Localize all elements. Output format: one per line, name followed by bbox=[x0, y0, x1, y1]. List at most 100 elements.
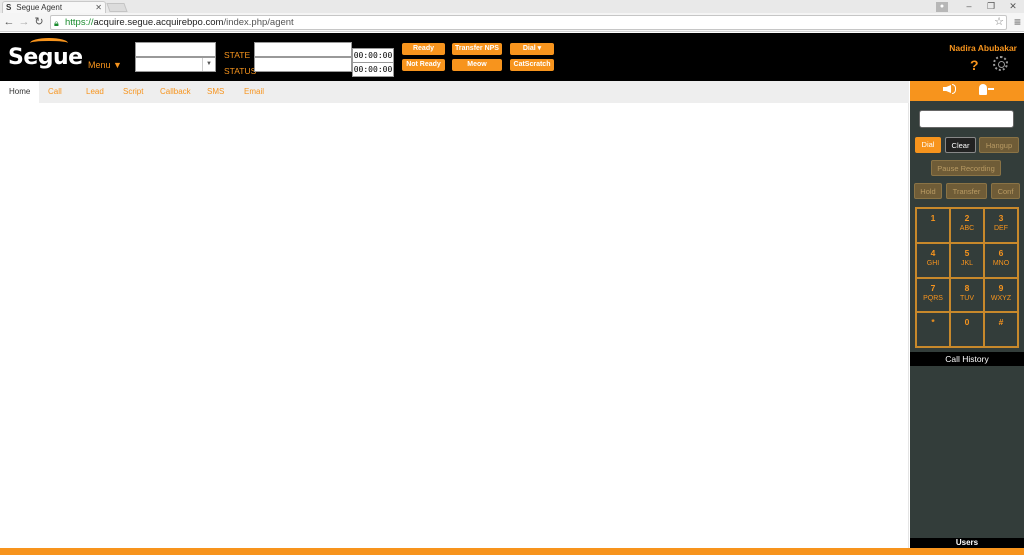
microphone-level-icon bbox=[988, 88, 994, 90]
key-3[interactable]: 3 DEF bbox=[984, 208, 1018, 243]
tab-home[interactable]: Home bbox=[0, 81, 40, 103]
campaign-field[interactable] bbox=[135, 42, 216, 57]
tab-script[interactable]: Script bbox=[114, 81, 152, 103]
key-0[interactable]: 0 bbox=[950, 312, 984, 347]
key-letters: DEF bbox=[994, 225, 1008, 232]
tab-close-icon[interactable]: ✕ bbox=[95, 2, 102, 13]
main-tabs: Home Call Lead Script Callback SMS Email bbox=[0, 81, 909, 103]
users-header[interactable]: Users bbox=[910, 538, 1024, 548]
call-history-header: Call History bbox=[910, 352, 1024, 366]
chevron-down-icon: ▼ bbox=[202, 58, 215, 71]
dial-button[interactable]: Dial bbox=[915, 137, 941, 153]
speaker-icon[interactable] bbox=[943, 85, 951, 93]
speaker-waves-icon bbox=[952, 84, 956, 94]
key-star[interactable]: * bbox=[916, 312, 950, 347]
key-digit: 7 bbox=[930, 282, 936, 293]
key-letters: JKL bbox=[960, 259, 974, 267]
key-8[interactable]: 8 TUV bbox=[950, 277, 984, 313]
logo-swoosh-icon bbox=[30, 38, 68, 48]
key-digit: 2 bbox=[964, 213, 970, 223]
app-header: Segue Menu ▼ ▼ STATE STATUS 00:00:00 00:… bbox=[0, 33, 1024, 81]
home-content-area bbox=[0, 103, 909, 548]
key-letters: ABC bbox=[959, 225, 975, 232]
key-5[interactable]: 5 JKL bbox=[950, 242, 984, 278]
tab-callback[interactable]: Callback bbox=[151, 81, 200, 103]
restore-icon[interactable]: ❐ bbox=[980, 0, 1002, 13]
tab-call[interactable]: Call bbox=[39, 81, 71, 103]
phone-number-input[interactable] bbox=[919, 110, 1014, 128]
favicon-icon: S bbox=[6, 3, 12, 12]
key-digit: 0 bbox=[964, 317, 970, 328]
key-7[interactable]: 7 PQRS bbox=[916, 277, 950, 313]
dial-keypad: 1 2 ABC 3 DEF 4 GHI 5 JKL 6 MNO 7 PQRS 8 TUV 9W… bbox=[915, 207, 1019, 348]
key-digit: 9 bbox=[998, 282, 1004, 293]
tab-sms[interactable]: SMS bbox=[198, 81, 233, 103]
hangup-button[interactable]: Hangup bbox=[979, 137, 1019, 153]
clear-button[interactable]: Clear bbox=[945, 137, 976, 153]
main-menu-button[interactable]: Menu ▼ bbox=[88, 60, 122, 70]
refresh-icon[interactable]: ↻ bbox=[33, 15, 45, 29]
microphone-icon[interactable] bbox=[979, 84, 987, 95]
transfer-nps-button[interactable]: Transfer NPS bbox=[452, 43, 502, 55]
state-field[interactable] bbox=[254, 42, 352, 57]
ready-button[interactable]: Ready bbox=[402, 43, 445, 55]
pause-recording-button[interactable]: Pause Recording bbox=[931, 160, 1001, 176]
address-bar: ← → ↻ 🔒︎ https://acquire.segue.acquirebp… bbox=[0, 13, 1024, 32]
key-digit: 8 bbox=[964, 282, 970, 293]
softphone-panel: Dial Clear Hangup Pause Recording Hold T… bbox=[910, 81, 1024, 548]
key-digit: 1 bbox=[930, 213, 936, 223]
key-letters: PQRS bbox=[923, 294, 943, 302]
back-icon[interactable]: ← bbox=[3, 15, 15, 29]
segue-logo: Segue bbox=[8, 38, 83, 70]
key-letters: GHI bbox=[926, 259, 940, 267]
meow-button[interactable]: Meow bbox=[452, 59, 502, 71]
conf-button[interactable]: Conf bbox=[991, 183, 1020, 199]
key-digit: * bbox=[931, 317, 935, 328]
browser-tab-title: Segue Agent bbox=[16, 3, 63, 12]
call-history-list bbox=[910, 366, 1024, 536]
url-input[interactable]: 🔒︎ https://acquire.segue.acquirebpo.com/… bbox=[50, 15, 1007, 30]
transfer-button[interactable]: Transfer bbox=[946, 183, 987, 199]
gear-icon[interactable] bbox=[993, 56, 1008, 71]
window-controls: ● – ❐ ✕ bbox=[936, 0, 1024, 13]
lock-icon: 🔒︎ bbox=[54, 18, 59, 28]
key-letters: MNO bbox=[992, 259, 1010, 267]
status-field[interactable] bbox=[254, 57, 352, 72]
not-ready-button[interactable]: Not Ready bbox=[402, 59, 445, 71]
key-1[interactable]: 1 bbox=[916, 208, 950, 243]
key-6[interactable]: 6 MNO bbox=[984, 242, 1018, 278]
state-timer: 00:00:00 bbox=[352, 48, 394, 63]
agent-name: Nadira Abubakar bbox=[949, 43, 1017, 53]
browser-tab-strip: S Segue Agent ✕ ● – ❐ ✕ bbox=[0, 0, 1024, 13]
key-digit: # bbox=[998, 317, 1004, 328]
help-icon[interactable]: ? bbox=[970, 57, 979, 73]
state-label: STATE bbox=[224, 50, 251, 60]
profile-icon[interactable]: ● bbox=[936, 1, 948, 12]
tab-lead[interactable]: Lead bbox=[77, 81, 113, 103]
url-scheme: https:// bbox=[65, 17, 94, 28]
dial-dropdown-button[interactable]: Dial ▾ bbox=[510, 43, 554, 55]
key-letters: TUV bbox=[960, 294, 974, 302]
menu-icon[interactable]: ≡ bbox=[1014, 15, 1021, 29]
catscratch-button[interactable]: CatScratch bbox=[510, 59, 554, 71]
key-digit: 5 bbox=[964, 247, 970, 258]
url-path: /index.php/agent bbox=[223, 17, 294, 28]
new-tab-button[interactable] bbox=[106, 3, 128, 12]
status-timer: 00:00:00 bbox=[352, 62, 394, 77]
logo-text: Segue bbox=[8, 45, 83, 70]
audio-controls-bar bbox=[910, 81, 1024, 101]
browser-tab[interactable]: S Segue Agent ✕ bbox=[2, 1, 106, 13]
tab-email[interactable]: Email bbox=[235, 81, 273, 103]
campaign-select[interactable]: ▼ bbox=[135, 57, 216, 72]
forward-icon[interactable]: → bbox=[18, 15, 30, 29]
key-4[interactable]: 4 GHI bbox=[916, 242, 950, 278]
close-window-icon[interactable]: ✕ bbox=[1002, 0, 1024, 13]
star-icon[interactable]: ☆ bbox=[994, 16, 1004, 29]
key-2[interactable]: 2 ABC bbox=[950, 208, 984, 243]
minimize-icon[interactable]: – bbox=[958, 0, 980, 13]
key-digit: 6 bbox=[998, 247, 1004, 258]
key-9[interactable]: 9 WXYZ bbox=[984, 277, 1018, 313]
hold-button[interactable]: Hold bbox=[914, 183, 942, 199]
key-letters: WXYZ bbox=[990, 294, 1012, 302]
key-hash[interactable]: # bbox=[984, 312, 1018, 347]
